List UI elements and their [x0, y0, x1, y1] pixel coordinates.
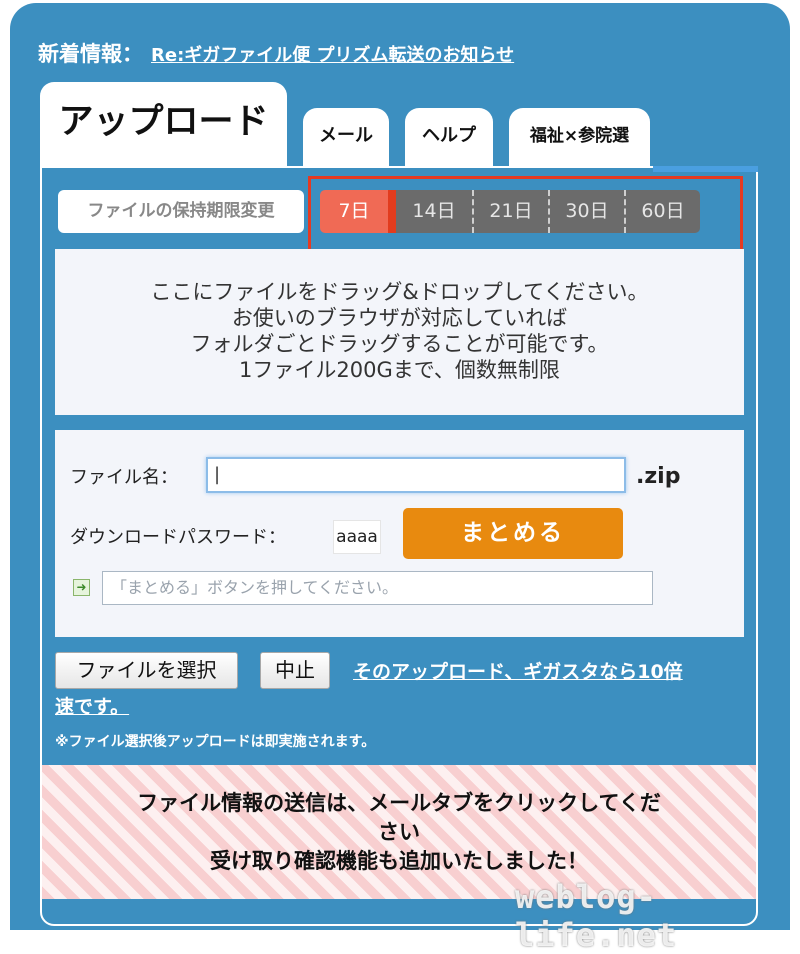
news-label: 新着情報： — [38, 42, 143, 66]
drop-line-4: 1ファイル200Gまで、個数無制限 — [239, 358, 560, 382]
arrow-right-icon: ➜ — [73, 579, 90, 596]
banner-line-3: 受け取り確認機能も追加いたしました！ — [210, 849, 588, 873]
bundle-form: ファイル名： | .zip ダウンロードパスワード： aaaa まとめる ➜ 「… — [55, 430, 744, 637]
retention-change-button[interactable]: ファイルの保持期限変更 — [58, 190, 304, 233]
retention-option-30[interactable]: 30日 — [548, 190, 624, 233]
upload-note: ※ファイル選択後アップロードは即実施されます。 — [55, 734, 376, 750]
site-watermark: weblog-life.net — [515, 878, 678, 954]
cancel-button[interactable]: 中止 — [260, 652, 330, 689]
filename-label: ファイル名： — [70, 467, 178, 488]
news-bar: 新着情報： Re:ギガファイル便 プリズム転送のお知らせ — [38, 38, 514, 68]
retention-option-60[interactable]: 60日 — [624, 190, 700, 233]
gigasta-promo-link[interactable]: そのアップロード、ギガスタなら10倍 — [353, 657, 683, 684]
tab-upload[interactable]: アップロード — [40, 82, 287, 166]
password-label: ダウンロードパスワード： — [70, 527, 286, 548]
select-file-button[interactable]: ファイルを選択 — [55, 652, 238, 689]
drop-line-1: ここにファイルをドラッグ&ドロップしてください。 — [150, 280, 649, 304]
tab-help[interactable]: ヘルプ — [405, 108, 493, 166]
retention-option-21[interactable]: 21日 — [472, 190, 548, 233]
gigasta-promo-link-cont[interactable]: 速です。 — [55, 692, 129, 719]
panel-top-accent — [653, 166, 758, 172]
zip-extension-text: .zip — [636, 464, 681, 489]
bundle-button[interactable]: まとめる — [403, 508, 623, 559]
status-field: 「まとめる」ボタンを押してください。 — [102, 571, 653, 605]
tab-mail[interactable]: メール — [303, 108, 389, 166]
filename-input[interactable]: | — [206, 457, 626, 493]
drop-line-3: フォルダごとドラッグすることが可能です。 — [190, 332, 609, 356]
banner-line-1: ファイル情報の送信は、メールタブをクリックしてくだ — [137, 791, 661, 815]
news-link[interactable]: Re:ギガファイル便 プリズム転送のお知らせ — [151, 45, 514, 66]
retention-options: 7日 14日 21日 30日 60日 — [320, 190, 700, 233]
retention-option-14[interactable]: 14日 — [396, 190, 472, 233]
retention-option-7[interactable]: 7日 — [320, 190, 396, 233]
password-input[interactable]: aaaa — [333, 520, 381, 554]
drop-zone[interactable]: ここにファイルをドラッグ&ドロップしてください。 お使いのブラウザが対応していれ… — [55, 249, 744, 415]
tab-election[interactable]: 福祉×参院選 — [509, 108, 650, 166]
banner-line-2: さい — [378, 820, 420, 844]
zip-extension: .zip — [636, 464, 680, 489]
drop-line-2: お使いのブラウザが対応していれば — [231, 306, 568, 330]
